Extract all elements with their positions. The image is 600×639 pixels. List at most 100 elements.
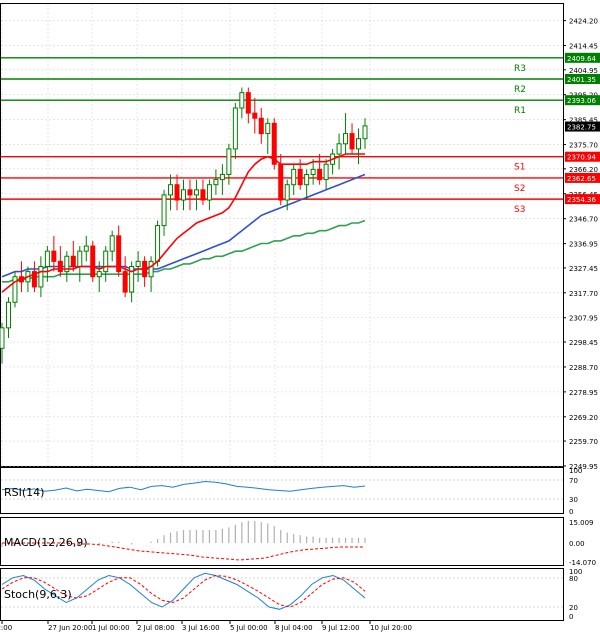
y-tick-label: 2259.70: [569, 438, 598, 446]
candle-body: [219, 173, 225, 181]
candle-body: [90, 245, 96, 278]
candle-body: [336, 143, 342, 155]
rsi-line: [1, 480, 366, 493]
rsi-tick-label: 70: [569, 477, 578, 485]
level-price-label: 2370.94: [567, 154, 596, 162]
x-tick-label: 10 Jul 20:00: [370, 624, 412, 632]
ma-slow-line: [2, 219, 366, 283]
candle-body: [258, 117, 264, 135]
candle-body: [213, 179, 219, 186]
candle-body: [38, 265, 44, 288]
candle-body: [44, 250, 50, 267]
level-name-s1: S1: [514, 163, 525, 173]
macd-tick-label: 15.009: [569, 519, 594, 527]
candle-body: [103, 250, 109, 273]
candle-body: [77, 250, 83, 267]
candle-body: [362, 125, 368, 140]
x-tick-label: 12:00: [0, 624, 12, 632]
main-frame: [0, 3, 564, 467]
candle-body: [310, 168, 316, 175]
x-tick-label: 5 Jul 00:00: [230, 624, 268, 632]
current-price-label: 2382.75: [567, 124, 596, 132]
y-tick-label: 2307.95: [569, 315, 598, 323]
candle-body: [122, 271, 128, 293]
candle-body: [0, 327, 5, 349]
macd-tick-label: 0.00: [569, 540, 585, 548]
candle-body: [155, 225, 161, 262]
y-tick-label: 2278.95: [569, 389, 598, 397]
indicator-frame: [0, 568, 564, 621]
x-tick-label: 8 Jul 04:00: [275, 624, 313, 632]
candle-body: [96, 271, 102, 278]
candle-body: [206, 184, 212, 201]
x-tick-label: 1 Jul 00:00: [92, 624, 130, 632]
level-price-label: 2354.36: [567, 196, 596, 204]
candle-body: [265, 122, 271, 135]
stoch-tick-label: 20: [569, 604, 578, 612]
candle-body: [232, 107, 238, 150]
candle-body: [148, 260, 154, 278]
candle-body: [278, 163, 284, 201]
x-tick-label: 3 Jul 16:00: [182, 624, 220, 632]
candle-body: [83, 245, 89, 252]
y-tick-label: 2414.45: [569, 43, 598, 51]
candle-body: [51, 250, 57, 262]
candle-body: [323, 163, 329, 181]
level-price-label: 2393.06: [567, 97, 596, 105]
rsi-tick-label: 0: [569, 508, 573, 516]
candle-body: [109, 235, 115, 252]
candle-body: [193, 189, 199, 196]
level-name-r2: R2: [514, 85, 526, 95]
candle-body: [297, 168, 303, 186]
stoch-label: Stoch(9,6,3): [4, 588, 72, 601]
chart-canvas: 2424.202414.452404.952395.202385.452375.…: [0, 3, 600, 632]
level-name-r1: R1: [514, 106, 526, 116]
x-tick-label: 9 Jul 12:00: [322, 624, 360, 632]
y-tick-label: 2424.20: [569, 18, 598, 26]
candle-body: [161, 194, 167, 227]
y-tick-label: 2404.95: [569, 67, 598, 75]
ma-fast-line: [1, 153, 365, 293]
level-name-s2: S2: [514, 184, 525, 194]
candle-body: [70, 255, 76, 267]
level-price-label: 2362.65: [567, 175, 596, 183]
y-tick-label: 2336.95: [569, 241, 598, 249]
y-tick-label: 2327.45: [569, 265, 598, 273]
stoch-tick-label: 0: [569, 613, 573, 621]
y-tick-label: 2346.70: [569, 216, 598, 224]
x-tick-label: 27 Jun 20:00: [48, 624, 92, 632]
candle-body: [5, 301, 11, 329]
candle-body: [239, 92, 245, 109]
y-tick-label: 2366.20: [569, 166, 598, 174]
candle-body: [343, 133, 349, 145]
candle-body: [181, 189, 186, 201]
candle-body: [57, 260, 63, 273]
candle-body: [284, 184, 290, 201]
candle-body: [304, 173, 310, 186]
level-price-label: 2401.35: [567, 76, 596, 84]
y-tick-label: 2317.70: [569, 290, 598, 298]
y-tick-label: 2375.70: [569, 142, 598, 150]
candle-body: [168, 184, 174, 196]
candle-body: [245, 92, 251, 114]
candle-body: [226, 148, 232, 175]
stoch-tick-label: 80: [569, 575, 578, 583]
candle-body: [187, 189, 193, 196]
candle-body: [291, 168, 297, 186]
macd-label: MACD(12,26,9): [4, 536, 88, 549]
candle-body: [349, 133, 355, 150]
candle-body: [252, 112, 258, 119]
candle-body: [135, 260, 141, 267]
candle-body: [174, 184, 180, 201]
level-name-s3: S3: [514, 205, 525, 215]
rsi-tick-label: 30: [569, 496, 578, 504]
x-tick-label: 2 Jul 08:00: [137, 624, 175, 632]
y-tick-label: 2269.20: [569, 414, 598, 422]
candle-body: [317, 168, 323, 181]
candle-body: [200, 189, 206, 201]
y-tick-label: 2288.70: [569, 364, 598, 372]
candle-body: [356, 138, 362, 150]
level-price-label: 2409.64: [567, 55, 596, 63]
rsi-tick-label: 100: [569, 467, 582, 475]
level-name-r3: R3: [514, 64, 526, 74]
